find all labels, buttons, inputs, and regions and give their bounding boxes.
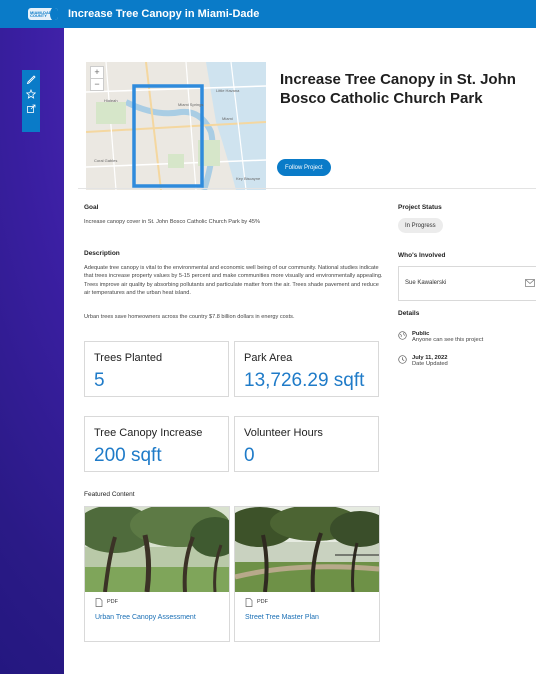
- pencil-icon[interactable]: [26, 74, 36, 84]
- project-page: + − Hialeah Miami Springs Coral Gables M…: [64, 28, 536, 674]
- description-text: Adequate tree canopy is vital to the env…: [84, 265, 383, 296]
- goal-heading: Goal: [84, 204, 99, 211]
- description-text-2: Urban trees save homeowners across the c…: [84, 314, 295, 320]
- side-toolbar: [22, 70, 40, 132]
- goal-text: Increase canopy cover in St. John Bosco …: [84, 219, 260, 225]
- content-type: PDF: [107, 599, 118, 605]
- stat-card-volunteer-hours: Volunteer Hours 0: [234, 416, 379, 472]
- stat-value: 0: [244, 445, 255, 466]
- stat-card-canopy-increase: Tree Canopy Increase 200 sqft: [84, 416, 229, 472]
- stat-label: Volunteer Hours: [244, 427, 323, 439]
- visibility-desc: Anyone can see this project: [412, 337, 484, 343]
- pdf-icon: [245, 598, 253, 607]
- mail-icon[interactable]: [525, 279, 535, 287]
- map-label: Miami Springs: [178, 102, 204, 107]
- county-logo[interactable]: MIAMI-DADE COUNTY: [28, 8, 58, 20]
- description-heading: Description: [84, 250, 120, 257]
- featured-image: [85, 507, 229, 592]
- clock-icon: [398, 355, 407, 364]
- star-icon[interactable]: [26, 89, 36, 99]
- stat-card-park-area: Park Area 13,726.29 sqft: [234, 341, 379, 397]
- map-canvas: [86, 62, 266, 190]
- content-title-link[interactable]: Street Tree Master Plan: [245, 614, 319, 621]
- stat-value: 13,726.29 sqft: [244, 370, 365, 391]
- stat-card-trees-planted: Trees Planted 5: [84, 341, 229, 397]
- map-label: Little Havana: [216, 88, 240, 93]
- map-label: Key Biscayne: [236, 176, 261, 181]
- zoom-in-button[interactable]: +: [91, 67, 103, 78]
- stat-label: Tree Canopy Increase: [94, 427, 203, 439]
- status-badge: In Progress: [398, 218, 443, 233]
- follow-project-button[interactable]: Follow Project: [277, 159, 331, 176]
- person-name: Sue Kawalerski: [405, 280, 447, 286]
- person-card[interactable]: Sue Kawalerski: [398, 266, 536, 301]
- stat-value: 5: [94, 370, 105, 391]
- featured-card[interactable]: PDF Urban Tree Canopy Assessment: [84, 506, 230, 642]
- app-title: Increase Tree Canopy in Miami-Dade: [68, 8, 260, 20]
- map-zoom-control: + −: [90, 66, 104, 91]
- featured-image: [235, 507, 379, 592]
- stat-label: Park Area: [244, 352, 293, 364]
- map-label: Hialeah: [104, 98, 118, 103]
- featured-card[interactable]: PDF Street Tree Master Plan: [234, 506, 380, 642]
- zoom-out-button[interactable]: −: [91, 78, 103, 90]
- content-type: PDF: [257, 599, 268, 605]
- content-title-link[interactable]: Urban Tree Canopy Assessment: [95, 614, 196, 621]
- map-label: Coral Gables: [94, 158, 118, 163]
- project-title: Increase Tree Canopy in St. John Bosco C…: [280, 71, 516, 107]
- date-updated-label: Date Updated: [412, 361, 448, 367]
- featured-heading: Featured Content: [84, 491, 135, 498]
- share-icon[interactable]: [26, 104, 36, 114]
- globe-icon: [398, 331, 407, 340]
- project-map[interactable]: + − Hialeah Miami Springs Coral Gables M…: [86, 62, 266, 190]
- detail-date: July 11, 2022 Date Updated: [398, 355, 448, 367]
- pdf-icon: [95, 598, 103, 607]
- project-status-heading: Project Status: [398, 204, 442, 211]
- involved-heading: Who's Involved: [398, 252, 446, 259]
- detail-visibility: Public Anyone can see this project: [398, 331, 483, 343]
- stat-label: Trees Planted: [94, 352, 163, 364]
- map-label: Miami: [222, 116, 233, 121]
- section-divider: [78, 188, 536, 189]
- top-bar: MIAMI-DADE COUNTY Increase Tree Canopy i…: [0, 0, 536, 28]
- details-heading: Details: [398, 310, 420, 317]
- logo-text: MIAMI-DADE COUNTY: [30, 10, 55, 18]
- stat-value: 200 sqft: [94, 445, 162, 466]
